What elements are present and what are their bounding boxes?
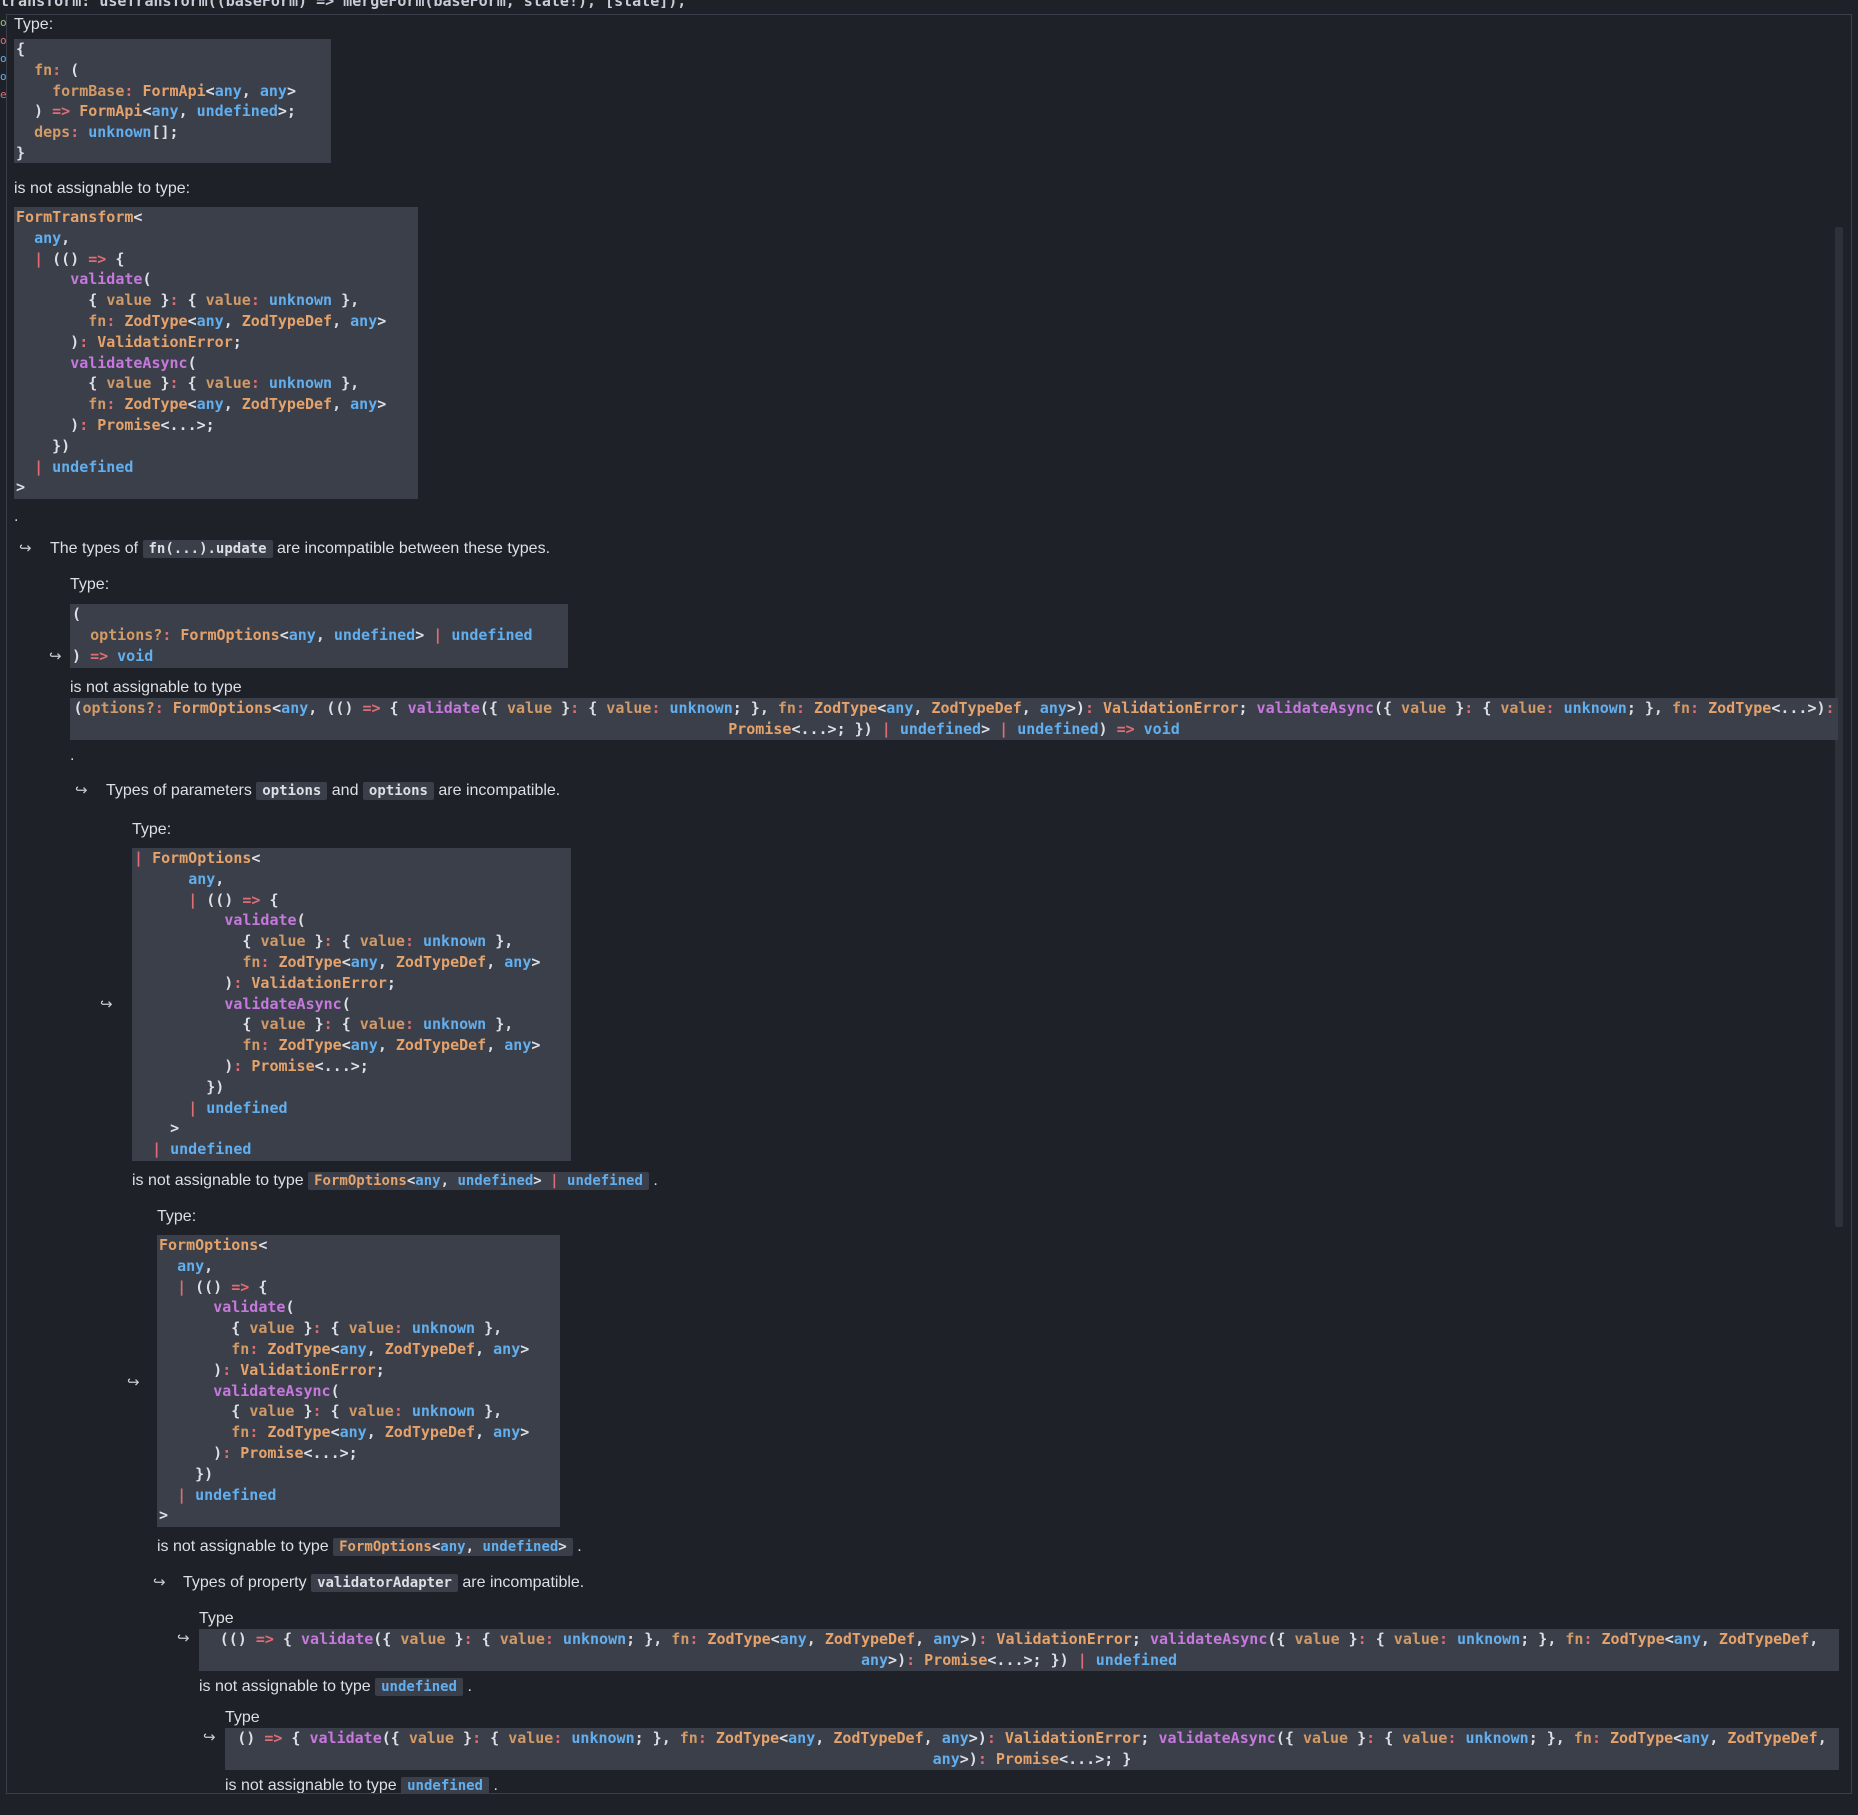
not-assignable-label: is not assignable to type:	[14, 180, 191, 197]
chain-arrow-icon: ↪	[127, 1374, 140, 1391]
inline-code: validatorAdapter	[311, 1574, 458, 1592]
validator-adapter-fn-code: () => { validate({ value }: { value: unk…	[225, 1728, 1839, 1770]
not-assignable-inline: is not assignable to type FormOptions<an…	[157, 1538, 582, 1556]
update-target-code: (options?: FormOptions<any, (() => { val…	[70, 698, 1838, 740]
not-assignable-inline: is not assignable to type undefined .	[199, 1678, 472, 1696]
chain-arrow-icon: ↪	[153, 1574, 166, 1591]
type-label: Type:	[70, 576, 110, 593]
message-update-incompatible: The types of fn(...).update are incompat…	[50, 540, 551, 558]
chain-arrow-icon: ↪	[19, 540, 32, 557]
type-error-hover-popup[interactable]: Type: { fn: ( formBase: FormApi<any, any…	[6, 14, 1852, 1794]
period: .	[14, 508, 19, 525]
inline-code: options	[256, 782, 328, 800]
type-label: Type:	[132, 821, 172, 838]
period: .	[70, 747, 75, 764]
chain-arrow-icon: ↪	[177, 1630, 190, 1647]
chain-arrow-icon: ↪	[203, 1729, 216, 1746]
target-type-code: FormTransform< any, | (() => { validate(…	[14, 207, 418, 499]
type-label: Type:	[14, 16, 54, 33]
inline-code: undefined	[375, 1678, 463, 1696]
chain-arrow-icon: ↪	[75, 782, 88, 799]
source-type-code: { fn: ( formBase: FormApi<any, any> ) =>…	[14, 39, 331, 163]
inline-code: options	[362, 782, 434, 800]
message-params-incompatible: Types of parameters options and options …	[106, 782, 561, 800]
options-param-type-code: | FormOptions< any, | (() => { validate(…	[132, 848, 571, 1161]
source-line[interactable]: transform: useTransform((baseForm) => me…	[0, 0, 686, 12]
message-property-incompatible: Types of property validatorAdapter are i…	[183, 1574, 585, 1592]
chain-arrow-icon: ↪	[100, 996, 113, 1013]
inline-code: fn(...).update	[142, 540, 273, 558]
not-assignable-inline: is not assignable to type FormOptions<an…	[132, 1172, 658, 1190]
inline-code: undefined	[401, 1777, 489, 1793]
not-assignable-label: is not assignable to type	[70, 679, 242, 696]
not-assignable-inline: is not assignable to type undefined .	[225, 1777, 498, 1794]
options-nonnull-type-code: FormOptions< any, | (() => { validate( {…	[157, 1235, 560, 1527]
chain-arrow-icon: ↪	[49, 648, 62, 665]
update-type-code: ( options?: FormOptions<any, undefined> …	[70, 604, 568, 668]
validator-adapter-type-code: (() => { validate({ value }: { value: un…	[199, 1629, 1839, 1671]
type-label: Type	[199, 1610, 234, 1627]
type-label: Type:	[157, 1208, 197, 1225]
type-label: Type	[225, 1709, 260, 1726]
